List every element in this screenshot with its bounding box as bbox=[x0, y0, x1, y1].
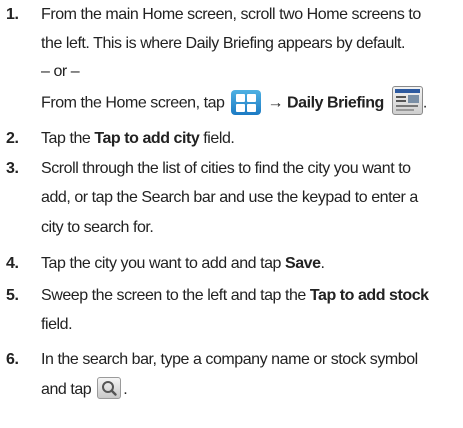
search-icon bbox=[97, 376, 122, 399]
step-6-line-2-pre: and tap bbox=[41, 381, 92, 398]
step-1-alt-prefix: From the Home screen, tap bbox=[41, 94, 225, 112]
step-1-alt-target: Daily Briefing bbox=[287, 94, 384, 112]
step-1-number: 1. bbox=[6, 6, 19, 23]
step-3-number: 3. bbox=[6, 160, 19, 177]
step-4-text: Tap the city you want to add and tap Sav… bbox=[41, 254, 325, 276]
step-2-post: field. bbox=[199, 130, 235, 147]
step-5-pre: Sweep the screen to the left and tap the bbox=[41, 287, 310, 304]
daily-briefing-icon bbox=[391, 86, 423, 115]
step-6-line-2-post: . bbox=[123, 381, 128, 398]
step-5-text-line-1: Sweep the screen to the left and tap the… bbox=[41, 286, 429, 308]
apps-grid-icon bbox=[230, 89, 261, 115]
step-1-text-line-2: the left. This is where Daily Briefing a… bbox=[41, 35, 406, 52]
step-4-post: . bbox=[320, 255, 325, 272]
step-1-alternative: From the Home screen, tap → Daily Briefi… bbox=[41, 86, 427, 115]
step-2-number: 2. bbox=[6, 130, 19, 147]
step-1-arrow: → bbox=[263, 94, 288, 112]
instructions-page: 1. From the main Home screen, scroll two… bbox=[0, 0, 463, 428]
step-6-text-line-2: and tap . bbox=[41, 376, 128, 402]
step-4-pre: Tap the city you want to add and tap bbox=[41, 255, 285, 272]
step-2-text: Tap the Tap to add city field. bbox=[41, 129, 235, 151]
step-6-text-line-1: In the search bar, type a company name o… bbox=[41, 351, 418, 368]
step-5-text-line-2: field. bbox=[41, 316, 73, 333]
step-3-text-line-3: city to search for. bbox=[41, 219, 154, 236]
step-1-or: – or – bbox=[41, 63, 80, 80]
step-5-number: 5. bbox=[6, 287, 19, 304]
step-3-text-line-2: add, or tap the Search bar and use the k… bbox=[41, 189, 418, 206]
step-3-text-line-1: Scroll through the list of cities to fin… bbox=[41, 160, 411, 177]
step-4-bold: Save bbox=[284, 255, 321, 272]
step-5-bold: Tap to add stock bbox=[309, 287, 429, 304]
step-4-number: 4. bbox=[6, 255, 19, 272]
step-2-pre: Tap the bbox=[41, 130, 95, 147]
step-6-number: 6. bbox=[6, 351, 19, 368]
step-1-text-line-1: From the main Home screen, scroll two Ho… bbox=[41, 6, 421, 23]
step-2-bold: Tap to add city bbox=[94, 130, 200, 147]
step-1-alt-end: . bbox=[422, 94, 427, 112]
